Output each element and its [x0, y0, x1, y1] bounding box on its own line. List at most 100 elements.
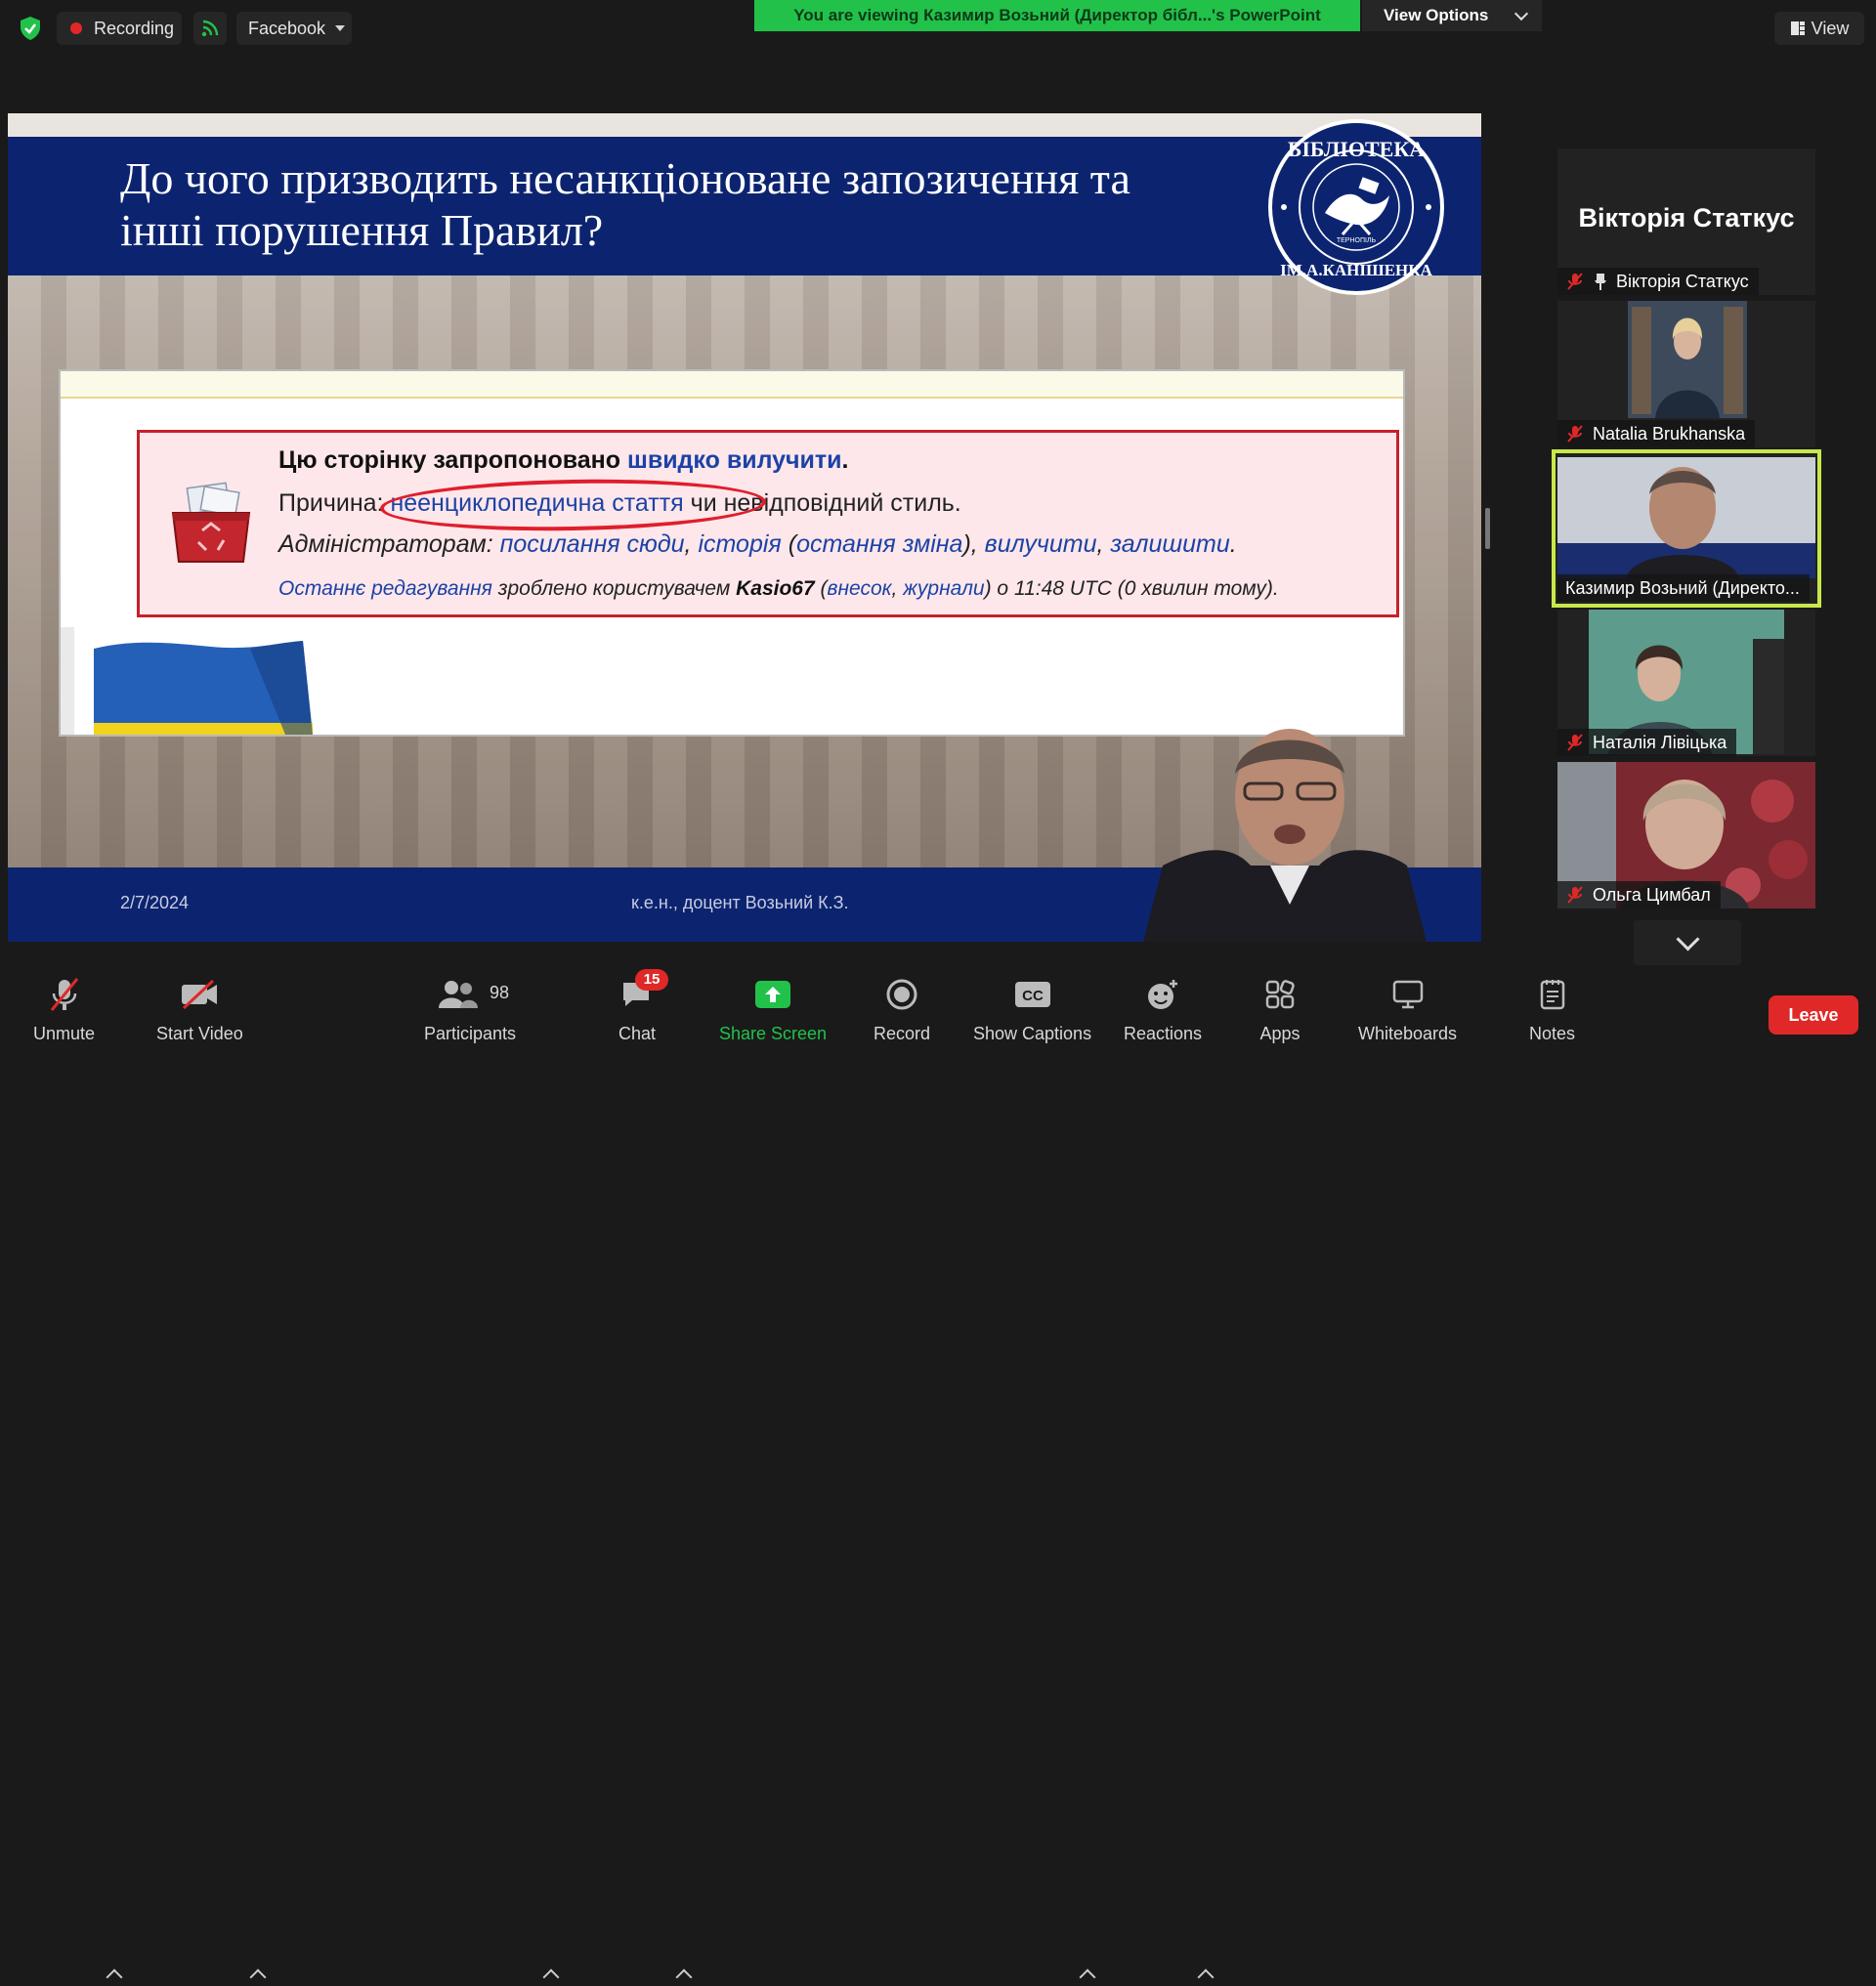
share-screen-icon — [751, 975, 794, 1014]
logo-text-top: БІБЛІОТЕКА — [1288, 137, 1425, 161]
muted-mic-icon — [1567, 886, 1583, 904]
participants-icon: 98 — [439, 975, 509, 1014]
reason-link[interactable]: неенциклопедична стаття — [380, 476, 767, 534]
whiteboards-button[interactable]: Whiteboards — [1358, 975, 1457, 1044]
leave-label: Leave — [1788, 1004, 1839, 1025]
presenter-video-overlay — [1143, 729, 1427, 942]
start-video-button[interactable]: Start Video — [156, 975, 243, 1044]
view-layout-button[interactable]: View — [1774, 12, 1864, 45]
participant-name: Вікторія Статкус — [1616, 271, 1749, 291]
line4-open: ( — [814, 577, 828, 600]
history-link[interactable]: історія — [698, 530, 781, 558]
chat-options-caret-icon[interactable] — [675, 1968, 693, 1986]
record-label: Record — [874, 1024, 931, 1043]
captions-icon-text: CC — [1022, 988, 1044, 1004]
participants-options-caret-icon[interactable] — [542, 1968, 560, 1986]
paren-open: ( — [781, 530, 797, 558]
captions-icon: CC — [1011, 975, 1054, 1014]
gallery-scroll-down-button[interactable] — [1634, 920, 1741, 965]
slide-date: 2/7/2024 — [120, 893, 190, 912]
notes-icon — [1531, 975, 1574, 1014]
captions-options-caret-icon[interactable] — [1079, 1968, 1096, 1986]
viewing-banner: You are viewing Казимир Возьний (Директо… — [754, 0, 1360, 31]
keep-link[interactable]: залишити — [1110, 530, 1229, 558]
speedy-delete-link[interactable]: швидко вилучити — [627, 446, 842, 474]
logo-city: ТЕРНОПІЛЬ — [1337, 237, 1377, 244]
participants-label: Participants — [424, 1024, 517, 1043]
participant-tile[interactable]: Ольга Цимбал — [1557, 762, 1815, 908]
audio-options-caret-icon[interactable] — [106, 1968, 123, 1986]
participant-tile[interactable]: Наталія Лівіцька — [1557, 610, 1815, 756]
notes-label: Notes — [1529, 1024, 1576, 1043]
panel-resize-handle[interactable] — [1485, 508, 1490, 549]
participant-video — [1557, 457, 1815, 578]
chat-button[interactable]: 15 Chat — [616, 969, 668, 1044]
live-stream-button[interactable] — [193, 12, 227, 45]
chat-icon: 15 — [616, 969, 668, 1014]
muted-mic-icon — [1567, 734, 1583, 751]
last-edit-link[interactable]: Останнє редагування — [278, 577, 492, 600]
share-screen-button[interactable]: Share Screen — [719, 975, 827, 1044]
admins-prefix: Адміністраторам: — [278, 530, 500, 558]
view-options-button[interactable]: View Options — [1362, 0, 1542, 31]
live-stream-icon — [201, 20, 219, 37]
participant-tile[interactable]: Natalia Brukhanska — [1557, 301, 1815, 447]
record-button[interactable]: Record — [874, 975, 930, 1044]
participant-name: Наталія Лівіцька — [1593, 732, 1727, 752]
stream-target-label: Facebook — [248, 18, 326, 38]
notice-line-2: Причина: неенциклопедична стаття чи неві… — [278, 476, 961, 534]
security-shield-icon[interactable] — [18, 16, 43, 41]
share-screen-label: Share Screen — [719, 1024, 828, 1043]
dropdown-caret-icon — [335, 25, 346, 31]
reactions-icon — [1141, 975, 1184, 1014]
apps-icon — [1258, 975, 1301, 1014]
show-captions-button[interactable]: CC Show Captions — [973, 975, 1091, 1044]
slide-author: к.е.н., доцент Возьний К.З. — [631, 893, 849, 912]
stream-target-dropdown[interactable]: Facebook — [236, 12, 352, 45]
participant-name-row: Казимир Возьний (Директо... — [1557, 574, 1810, 602]
logs-link[interactable]: журнали — [903, 577, 984, 600]
notes-button[interactable]: Notes — [1529, 975, 1575, 1044]
start-video-label: Start Video — [156, 1024, 243, 1043]
notice-line1-text: Цю сторінку запропоновано — [278, 446, 627, 474]
participant-video — [1628, 301, 1747, 418]
show-captions-label: Show Captions — [973, 1024, 1092, 1043]
reactions-options-caret-icon[interactable] — [1197, 1968, 1215, 1986]
chat-unread-badge: 15 — [635, 969, 668, 991]
deletion-notice: Цю сторінку запропоновано швидко вилучит… — [137, 430, 1399, 617]
unmute-button[interactable]: Unmute — [33, 975, 95, 1044]
video-options-caret-icon[interactable] — [249, 1968, 267, 1986]
leave-meeting-button[interactable]: Leave — [1769, 995, 1858, 1035]
delete-link[interactable]: вилучити — [985, 530, 1097, 558]
recording-dot-icon — [70, 22, 82, 34]
logo-text-bottom: ІМ.А.КАНІШЕНКА — [1280, 261, 1432, 279]
reactions-button[interactable]: Reactions — [1124, 975, 1202, 1044]
participant-tile[interactable]: Вікторія Статкус Вікторія Статкус — [1557, 148, 1815, 295]
contrib-link[interactable]: внесок — [827, 577, 891, 600]
apps-button[interactable]: Apps — [1258, 975, 1301, 1044]
last-change-link[interactable]: остання зміна — [796, 530, 962, 558]
pin-icon — [1595, 274, 1606, 290]
meeting-toolbar: Unmute Start Video 98 Participants 15 Ch… — [0, 967, 1876, 1986]
participant-tile-active-speaker[interactable]: Казимир Возьний (Директо... — [1552, 449, 1821, 608]
recording-indicator[interactable]: Recording — [57, 12, 182, 45]
whiteboards-label: Whiteboards — [1358, 1024, 1458, 1043]
links-here-link[interactable]: посилання сюди — [500, 530, 685, 558]
participants-button[interactable]: 98 Participants — [424, 975, 516, 1044]
top-bar: Recording Facebook You are viewing Казим… — [0, 0, 1876, 59]
line4-close: ) о 11:48 UTC (0 хвилин тому). — [984, 577, 1279, 600]
slide-top-strip — [8, 113, 1481, 137]
muted-mic-icon — [1567, 425, 1583, 443]
paren-close: ), — [962, 530, 985, 558]
editor-username[interactable]: Kasio67 — [736, 577, 815, 600]
record-icon — [880, 975, 923, 1014]
wiki-card-scrollbar — [61, 627, 74, 735]
view-label: View — [1811, 18, 1850, 38]
whiteboard-icon — [1386, 975, 1429, 1014]
line4-sep: , — [891, 577, 904, 600]
notice-line-3: Адміністраторам: посилання сюди, історія… — [278, 530, 1237, 559]
slide-title-line1: До чого призводить несанкціоноване запоз… — [120, 153, 1130, 203]
slide-title: До чого призводить несанкціоноване запоз… — [120, 152, 1234, 256]
wiki-card-header — [61, 371, 1403, 399]
chat-label: Chat — [618, 1024, 657, 1043]
